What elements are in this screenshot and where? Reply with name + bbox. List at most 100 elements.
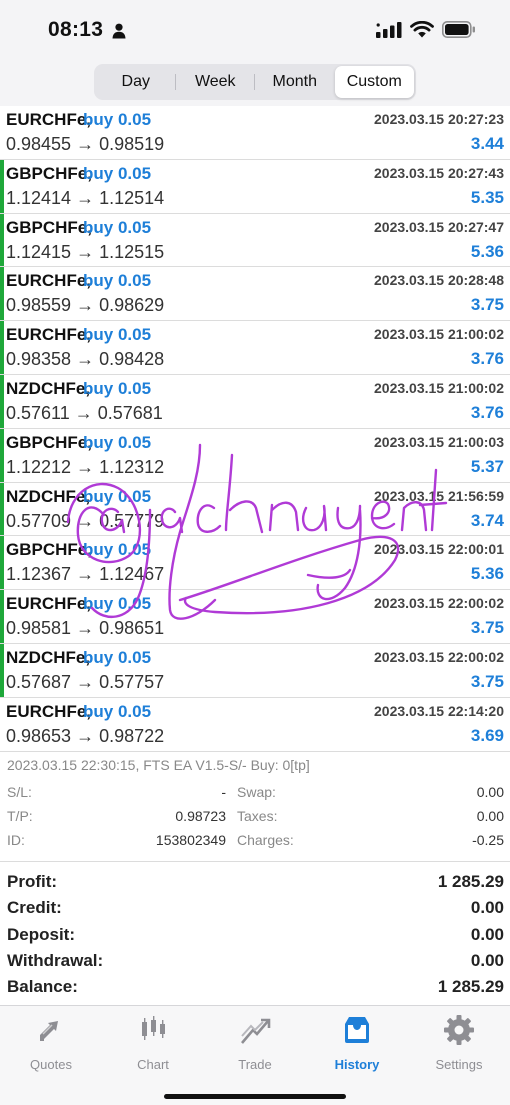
- tab-chart-label: Chart: [137, 1057, 169, 1072]
- tab-trade-label: Trade: [238, 1057, 272, 1072]
- buy-marker: [0, 428, 4, 482]
- deal-row[interactable]: EURCHFe, buy 0.05 2023.03.15 22:14:20 0.986…: [0, 697, 510, 752]
- status-bar: 08:13: [0, 0, 510, 60]
- deal-profit: 3.76: [470, 349, 504, 369]
- deal-timestamp: 2023.03.15 22:00:02: [374, 595, 504, 612]
- history-icon: [345, 1017, 369, 1043]
- tab-settings-label: Settings: [435, 1057, 483, 1072]
- deal-action: buy 0.05: [83, 486, 152, 506]
- deal-details: 2023.03.15 22:30:15, FTS EA V1.5-S/- Buy…: [0, 752, 510, 862]
- summary-row: Deposit: 0.00: [0, 923, 510, 949]
- bottom-tab-bar: Quotes Chart Trade History Settings: [0, 1005, 510, 1105]
- summary-value: 0.00: [470, 950, 504, 970]
- cellular-signal-icon: [376, 21, 402, 38]
- deal-row[interactable]: GBPCHFe, buy 0.05 2023.03.15 20:27:43 1.124…: [0, 159, 510, 214]
- deal-row[interactable]: EURCHFe, buy 0.05 2023.03.15 20:27:23 0.984…: [0, 106, 510, 160]
- period-selector-area: Day Week Month Custom: [0, 60, 510, 108]
- sl-value: -: [221, 784, 226, 800]
- status-time: 08:13: [48, 18, 104, 41]
- deal-row[interactable]: EURCHFe, buy 0.05 2023.03.15 22:00:02 0.985…: [0, 590, 510, 644]
- deal-symbol: EURCHFe,: [6, 271, 92, 291]
- summary-label: Profit:: [7, 872, 58, 891]
- deal-symbol: GBPCHFe,: [6, 217, 92, 237]
- deal-prices: 1.12212 → 1.12312: [6, 456, 165, 477]
- deal-symbol: EURCHFe,: [6, 701, 92, 721]
- deal-symbol: NZDCHFe,: [6, 647, 91, 667]
- buy-marker: [0, 213, 4, 267]
- deal-prices: 0.98358 → 0.98428: [6, 349, 165, 370]
- buy-marker: [0, 321, 4, 374]
- summary-label: Credit:: [7, 898, 62, 918]
- deal-action: buy 0.05: [83, 110, 152, 129]
- summary-value: 1 285.29: [437, 977, 504, 997]
- deal-prices: 0.98559 → 0.98629: [6, 295, 165, 316]
- deal-profit: 3.69: [470, 725, 504, 745]
- taxes-value: 0.00: [476, 808, 504, 824]
- tab-trade[interactable]: Trade: [204, 1012, 306, 1072]
- tab-history-label: History: [334, 1057, 380, 1072]
- deal-prices: 0.98581 → 0.98651: [6, 618, 165, 639]
- battery-icon: [442, 21, 475, 38]
- deal-timestamp: 2023.03.15 21:00:02: [374, 379, 504, 396]
- deal-timestamp: 2023.03.15 22:00:02: [374, 648, 504, 665]
- deal-action: buy 0.05: [83, 325, 152, 345]
- deal-timestamp: 2023.03.15 20:28:48: [374, 272, 504, 289]
- deal-prices: 0.57611 → 0.57681: [6, 402, 163, 423]
- deal-row[interactable]: GBPCHFe, buy 0.05 2023.03.15 21:00:03 1.122…: [0, 428, 510, 483]
- charges-label: Charges:: [237, 832, 294, 848]
- status-indicators: [376, 21, 476, 38]
- tab-chart[interactable]: Chart: [102, 1012, 204, 1072]
- deal-timestamp: 2023.03.15 20:27:43: [374, 164, 504, 181]
- summary-row: Credit: 0.00: [0, 896, 510, 922]
- summary-label: Balance:: [7, 977, 78, 997]
- deal-profit: 5.37: [470, 456, 504, 476]
- deal-prices: 0.98653 → 0.98722: [6, 725, 165, 746]
- period-month-button[interactable]: Month: [255, 66, 335, 98]
- deal-details-header: 2023.03.15 22:30:15, FTS EA V1.5-S/- Buy…: [7, 757, 310, 773]
- deal-list: EURCHFe, buy 0.05 2023.03.15 20:27:23 0.984…: [0, 106, 510, 752]
- buy-marker: [0, 482, 4, 536]
- period-day-button[interactable]: Day: [96, 66, 176, 98]
- swap-value: 0.00: [476, 784, 504, 800]
- deal-timestamp: 2023.03.15 21:00:02: [374, 326, 504, 343]
- summary-value: 0.00: [470, 898, 504, 918]
- deal-timestamp: 2023.03.15 21:56:59: [374, 487, 504, 504]
- quotes-icon: [40, 1021, 58, 1041]
- deal-symbol: GBPCHFe,: [6, 432, 92, 452]
- period-custom-button[interactable]: Custom: [334, 66, 414, 98]
- buy-marker: [0, 267, 4, 321]
- tab-settings[interactable]: Settings: [408, 1012, 510, 1072]
- period-week-button[interactable]: Week: [176, 66, 256, 98]
- deal-row[interactable]: GBPCHFe, buy 0.05 2023.03.15 20:27:47 1.124…: [0, 213, 510, 268]
- deal-action: buy 0.05: [83, 378, 152, 398]
- deal-profit: 3.76: [470, 402, 504, 422]
- deal-row[interactable]: NZDCHFe, buy 0.05 2023.03.15 22:00:02 0.576…: [0, 643, 510, 698]
- deal-row[interactable]: NZDCHFe, buy 0.05 2023.03.15 21:00:02 0.576…: [0, 374, 510, 429]
- deal-row[interactable]: NZDCHFe, buy 0.05 2023.03.15 21:56:59 0.577…: [0, 482, 510, 537]
- summary-value: 0.00: [470, 924, 504, 944]
- trade-icon: [241, 1018, 271, 1044]
- deal-prices: 0.57687 → 0.57757: [6, 671, 165, 692]
- deal-profit: 3.75: [470, 671, 504, 691]
- tab-history[interactable]: History: [306, 1012, 408, 1072]
- deal-row[interactable]: EURCHFe, buy 0.05 2023.03.15 21:00:02 0.983…: [0, 321, 510, 375]
- tab-quotes[interactable]: Quotes: [0, 1012, 102, 1072]
- deal-timestamp: 2023.03.15 22:00:01: [374, 541, 504, 558]
- deal-row[interactable]: GBPCHFe, buy 0.05 2023.03.15 22:00:01 1.123…: [0, 536, 510, 591]
- deal-timestamp: 2023.03.15 22:14:20: [374, 702, 504, 719]
- tp-label: T/P:: [7, 808, 33, 824]
- deal-profit: 3.74: [470, 510, 504, 530]
- period-segmented-control: Day Week Month Custom: [94, 64, 416, 100]
- deal-profit: 3.75: [470, 618, 504, 638]
- sl-label: S/L:: [7, 784, 32, 800]
- deal-symbol: EURCHFe,: [6, 594, 92, 614]
- deal-row[interactable]: EURCHFe, buy 0.05 2023.03.15 20:28:48 0.985…: [0, 267, 510, 322]
- deal-action: buy 0.05: [83, 217, 152, 237]
- deal-symbol: EURCHFe,: [6, 110, 92, 129]
- taxes-label: Taxes:: [237, 808, 278, 824]
- deal-timestamp: 2023.03.15 20:27:23: [374, 111, 504, 127]
- deal-action: buy 0.05: [83, 701, 152, 721]
- deal-action: buy 0.05: [83, 647, 152, 667]
- deal-prices: 1.12367 → 1.12467: [6, 564, 165, 585]
- charges-value: -0.25: [472, 832, 504, 848]
